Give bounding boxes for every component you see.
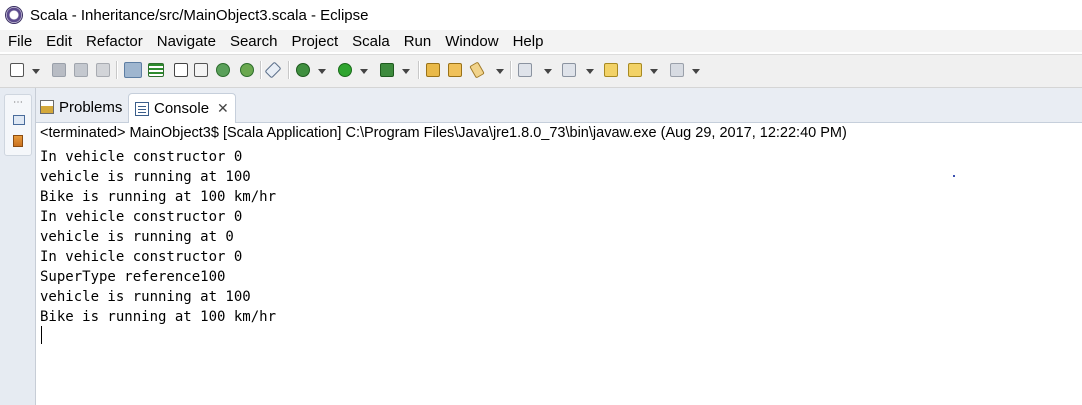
- skip-breakpoints-icon[interactable]: [264, 61, 282, 79]
- open-package-icon[interactable]: [448, 63, 462, 77]
- print-icon[interactable]: [96, 63, 110, 77]
- open-type-icon[interactable]: [426, 63, 440, 77]
- menu-bar: File Edit Refactor Navigate Search Proje…: [0, 30, 1082, 52]
- forward-dropdown-icon[interactable]: [692, 69, 700, 74]
- toolbar-separator: [116, 61, 118, 79]
- debug-run-icon[interactable]: [296, 63, 310, 77]
- console-output: In vehicle constructor 0 vehicle is runn…: [40, 147, 276, 327]
- window-title-bar: Scala - Inheritance/src/MainObject3.scal…: [0, 0, 1082, 30]
- tab-problems-label: Problems: [59, 98, 123, 116]
- menu-scala[interactable]: Scala: [344, 33, 396, 50]
- search-icon[interactable]: [469, 61, 485, 79]
- save-all-icon[interactable]: [74, 63, 88, 77]
- toolbar-separator: [418, 61, 420, 79]
- console-line: SuperType reference100: [40, 269, 226, 285]
- prev-annotation-dropdown-icon[interactable]: [586, 69, 594, 74]
- debug-config-icon[interactable]: [216, 63, 230, 77]
- external-tools-dropdown-icon[interactable]: [402, 69, 410, 74]
- console-line: Bike is running at 100 km/hr: [40, 309, 277, 325]
- package-explorer-icon[interactable]: [13, 135, 23, 147]
- restore-icon[interactable]: [13, 115, 25, 125]
- console-line: Bike is running at 100 km/hr: [40, 189, 277, 205]
- view-tab-bar: Problems Console ✕: [36, 88, 1082, 123]
- run-icon[interactable]: [338, 63, 352, 77]
- tasks-icon[interactable]: [194, 63, 208, 77]
- menu-file[interactable]: File: [0, 33, 38, 50]
- stray-pixel: [953, 175, 955, 177]
- console-line: vehicle is running at 100: [40, 289, 251, 305]
- minimized-view-stack[interactable]: ⋯: [4, 94, 32, 156]
- console-status-line: <terminated> MainObject3$ [Scala Applica…: [40, 125, 847, 141]
- mark-occurrences-icon[interactable]: [148, 63, 164, 77]
- prev-annotation-icon[interactable]: [562, 63, 576, 77]
- menu-refactor[interactable]: Refactor: [78, 33, 149, 50]
- info-icon[interactable]: [174, 63, 188, 77]
- console-line: In vehicle constructor 0: [40, 209, 243, 225]
- console-line: vehicle is running at 100: [40, 169, 251, 185]
- forward-icon[interactable]: [670, 63, 684, 77]
- eclipse-icon[interactable]: [5, 6, 23, 24]
- new-icon[interactable]: [10, 63, 24, 77]
- next-annotation-icon[interactable]: [518, 63, 532, 77]
- menu-edit[interactable]: Edit: [38, 33, 78, 50]
- run-dropdown-icon[interactable]: [360, 69, 368, 74]
- text-cursor: [41, 326, 42, 344]
- console-line: vehicle is running at 0: [40, 229, 234, 245]
- last-edit-icon[interactable]: [604, 63, 618, 77]
- menu-project[interactable]: Project: [283, 33, 344, 50]
- console-output-area[interactable]: <terminated> MainObject3$ [Scala Applica…: [36, 123, 1082, 405]
- tab-problems[interactable]: Problems: [40, 93, 122, 121]
- back-dropdown-icon[interactable]: [650, 69, 658, 74]
- debug-icon[interactable]: [240, 63, 254, 77]
- search-dropdown-icon[interactable]: [496, 69, 504, 74]
- save-icon[interactable]: [52, 63, 66, 77]
- external-tools-icon[interactable]: [380, 63, 394, 77]
- tab-console-label: Console: [154, 100, 210, 117]
- left-trim-stack: ⋯: [0, 88, 36, 405]
- console-icon: [135, 101, 149, 116]
- toolbar-separator: [288, 61, 290, 79]
- menu-window[interactable]: Window: [437, 33, 504, 50]
- menu-navigate[interactable]: Navigate: [149, 33, 222, 50]
- menu-help[interactable]: Help: [505, 33, 550, 50]
- console-line: In vehicle constructor 0: [40, 149, 243, 165]
- menu-search[interactable]: Search: [222, 33, 284, 50]
- window-title: Scala - Inheritance/src/MainObject3.scal…: [30, 6, 369, 24]
- problems-icon: [40, 100, 54, 114]
- next-annotation-dropdown-icon[interactable]: [544, 69, 552, 74]
- console-line: In vehicle constructor 0: [40, 249, 243, 265]
- toolbar-separator: [510, 61, 512, 79]
- tab-console[interactable]: Console ✕: [128, 93, 236, 123]
- new-dropdown-icon[interactable]: [32, 69, 40, 74]
- drag-handle-icon[interactable]: ⋯: [13, 97, 24, 108]
- toggle-breadcrumb-icon[interactable]: [124, 62, 142, 78]
- menu-run[interactable]: Run: [396, 33, 438, 50]
- debug-dropdown-icon[interactable]: [318, 69, 326, 74]
- toolbar-separator: [260, 61, 262, 79]
- close-icon[interactable]: ✕: [217, 100, 229, 117]
- main-toolbar: [0, 54, 1082, 88]
- back-icon[interactable]: [628, 63, 642, 77]
